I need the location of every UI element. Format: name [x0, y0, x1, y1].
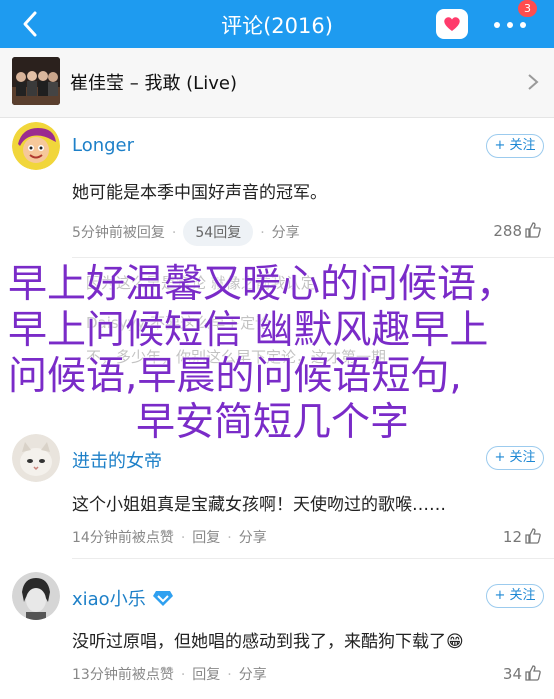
- overlay-line: 早上问候短信 幽默风趣早上: [8, 308, 489, 353]
- page-title: 评论(2016): [221, 14, 333, 38]
- like-count: 288: [493, 222, 522, 240]
- comment-item: Longer + 关注 她可能是本季中国好声音的冠军。 5分钟前被回复 · 54回复…: [0, 118, 554, 258]
- username[interactable]: 进击的女帝: [72, 447, 162, 473]
- notification-badge: 3: [518, 0, 537, 17]
- comment-text: 没听过原唱，但她唱的感动到我了，来酷狗下载了😁: [72, 632, 464, 652]
- reply-button[interactable]: 回复: [192, 667, 220, 683]
- share-link[interactable]: 分享: [239, 667, 267, 683]
- comment-meta: 14分钟前被点赞 · 回复 · 分享: [72, 530, 267, 546]
- share-link[interactable]: 分享: [272, 225, 300, 241]
- follow-button[interactable]: + 关注: [486, 134, 544, 158]
- comment-text: 这个小姐姐真是宝藏女孩啊！天使吻过的歌喉……: [72, 495, 446, 515]
- comment-item: xiao小乐 + 关注 没听过原唱，但她唱的感动到我了，来酷狗下载了😁 13分钟…: [0, 568, 554, 699]
- overlay-line: 问候语,早晨的问候语短句,: [8, 354, 462, 399]
- favorite-button[interactable]: [436, 9, 468, 39]
- top-bar: 评论(2016) 3: [0, 0, 554, 48]
- avatar[interactable]: [12, 122, 60, 170]
- thumbs-up-icon: [525, 222, 541, 238]
- more-dot-icon: [520, 22, 526, 28]
- divider: [72, 257, 554, 258]
- like-button[interactable]: 12: [503, 527, 542, 546]
- album-cover: [12, 57, 60, 105]
- comment-text: 她可能是本季中国好声音的冠军。: [72, 183, 327, 203]
- like-button[interactable]: 288: [493, 221, 542, 240]
- chevron-right-icon: [528, 74, 539, 90]
- comment-meta: 5分钟前被回复 · 54回复 · 分享: [72, 218, 300, 246]
- comments-screen: 评论(2016) 3 崔佳莹 – 我敢 (Live) Longer + 关注 她…: [0, 0, 554, 699]
- heart-icon: [444, 17, 460, 31]
- reply-count-button[interactable]: 54回复: [183, 218, 254, 246]
- song-title: 崔佳莹 – 我敢 (Live): [70, 73, 237, 94]
- share-link[interactable]: 分享: [239, 530, 267, 546]
- divider: [72, 558, 554, 559]
- comment-time: 13分钟前被点赞: [72, 667, 174, 683]
- like-count: 34: [502, 665, 522, 683]
- comment-time: 5分钟前被回复: [72, 225, 165, 241]
- username[interactable]: Longer: [72, 135, 134, 156]
- username-row[interactable]: xiao小乐: [72, 585, 174, 611]
- more-dot-icon: [494, 22, 500, 28]
- avatar[interactable]: [12, 572, 60, 620]
- comment-time: 14分钟前被点赞: [72, 530, 174, 546]
- comment-item: 进击的女帝 + 关注 这个小姐姐真是宝藏女孩啊！天使吻过的歌喉…… 14分钟前被…: [0, 430, 554, 560]
- like-count: 12: [502, 528, 522, 546]
- follow-button[interactable]: + 关注: [486, 584, 544, 608]
- vip-diamond-icon: [152, 591, 173, 606]
- reply-button[interactable]: 回复: [192, 530, 220, 546]
- song-bar[interactable]: 崔佳莹 – 我敢 (Live): [0, 48, 554, 118]
- like-button[interactable]: 34: [503, 664, 542, 683]
- avatar[interactable]: [12, 434, 60, 482]
- overlay-headline: 早上好温馨又暖心的问候语， 早上问候短信 幽默风趣早上 问候语,早晨的问候语短句…: [8, 262, 548, 446]
- comment-meta: 13分钟前被点赞 · 回复 · 分享: [72, 667, 267, 683]
- follow-button[interactable]: + 关注: [486, 446, 544, 470]
- overlay-line: 早上好温馨又暖心的问候语，: [8, 262, 516, 307]
- more-dot-icon: [507, 22, 513, 28]
- thumbs-up-icon: [525, 528, 541, 544]
- username: xiao小乐: [72, 589, 146, 610]
- thumbs-up-icon: [525, 665, 541, 681]
